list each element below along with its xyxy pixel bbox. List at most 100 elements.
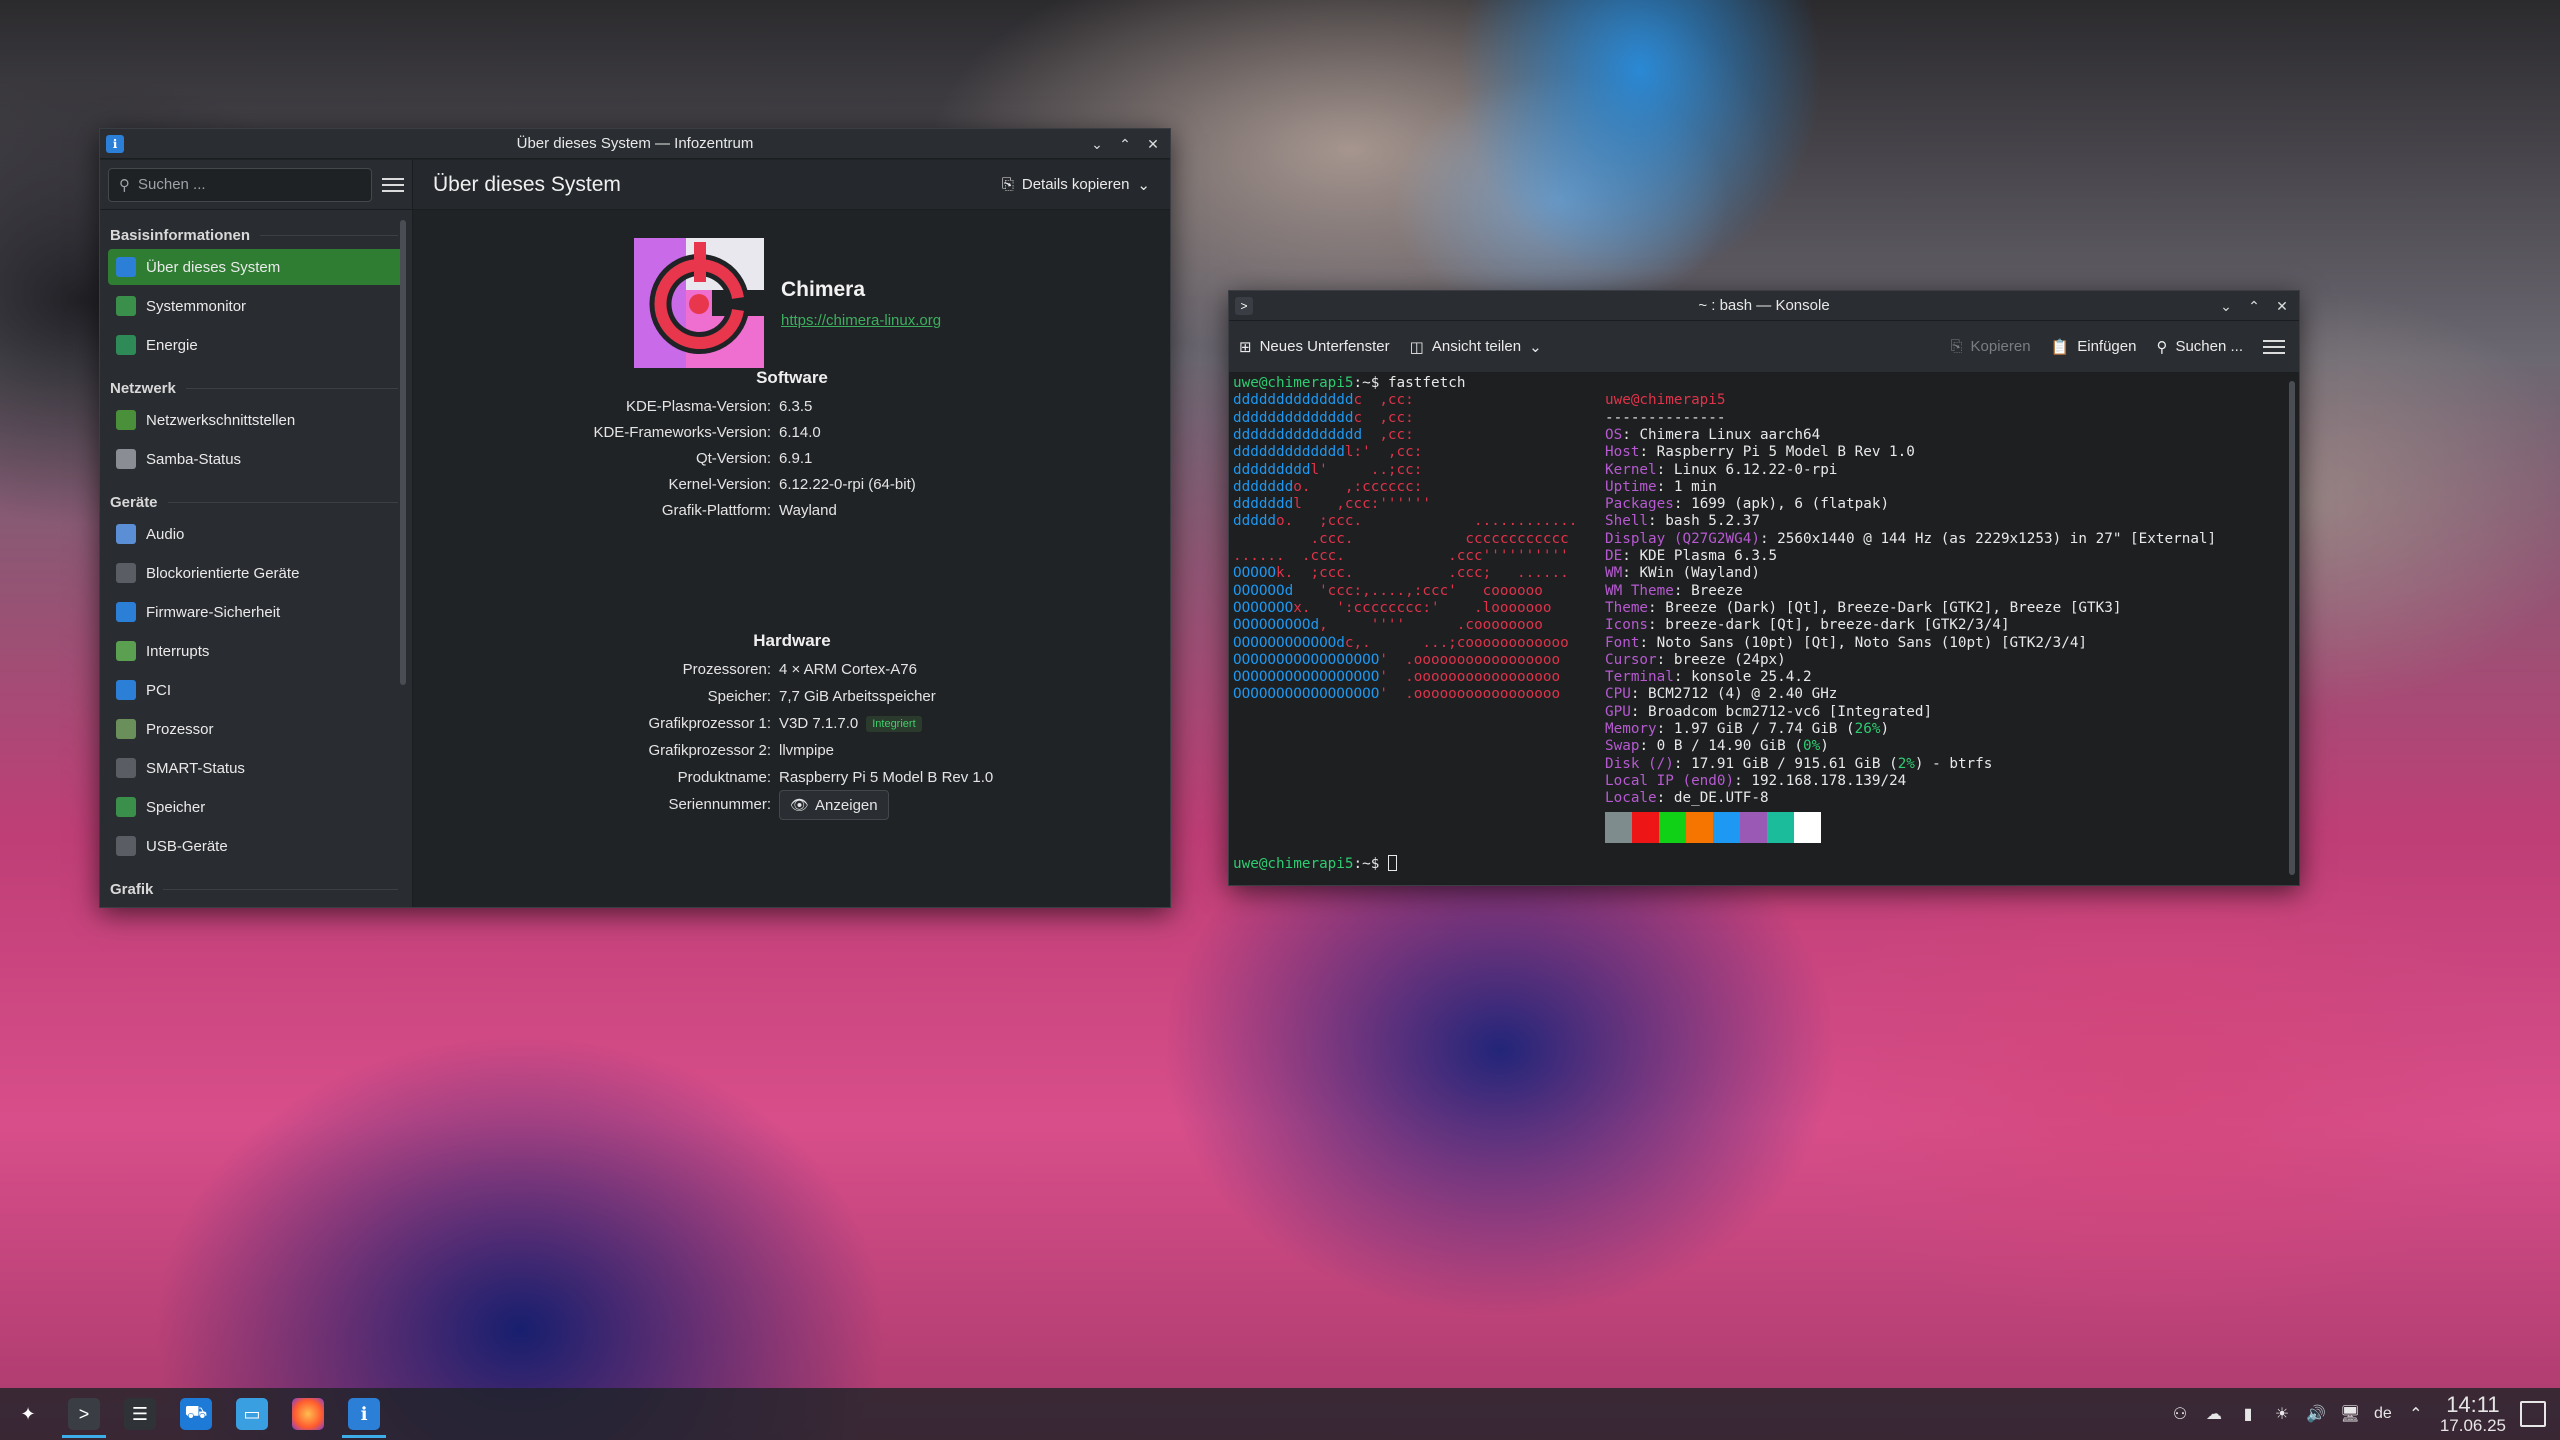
sidebar-item[interactable]: Samba-Status <box>108 441 404 477</box>
sidebar-item-label: Über dieses System <box>146 258 281 276</box>
minimize-button[interactable]: ⌄ <box>2215 295 2237 317</box>
sidebar-item[interactable]: Speicher <box>108 789 404 825</box>
terminal-line: Font: Noto Sans (10pt) [Qt], Noto Sans (… <box>1605 635 2087 652</box>
sidebar-item[interactable]: Prozessor <box>108 711 404 747</box>
terminal-line: CPU: BCM2712 (4) @ 2.40 GHz <box>1605 686 1837 703</box>
info-value-cell: 👁 Anzeigen <box>779 790 889 820</box>
info-row: KDE-Frameworks-Version: 6.14.0 <box>413 420 1171 446</box>
taskbar-file-manager[interactable]: ▭ <box>224 1388 280 1440</box>
minimize-button[interactable]: ⌄ <box>1086 133 1108 155</box>
paste-button[interactable]: 📋 Einfügen <box>2051 338 2137 356</box>
sidebar-item-label: Systemmonitor <box>146 297 247 315</box>
launcher-icon: ✦ <box>20 1403 36 1424</box>
hamburger-menu-icon[interactable] <box>2263 336 2285 358</box>
sidebar-item[interactable]: Über dieses System <box>108 249 404 285</box>
copy-details-button[interactable]: ⎘ Details kopieren ⌄ <box>1002 176 1150 194</box>
terminal-line: GPU: Broadcom bcm2712-vc6 [Integrated] <box>1605 704 1932 721</box>
find-button[interactable]: ⚲ Suchen ... <box>2156 338 2243 356</box>
brightness-icon[interactable]: ☀ <box>2272 1404 2292 1424</box>
sidebar-item-label: Audio <box>146 525 185 543</box>
konsole-titlebar[interactable]: > ~ : bash — Konsole ⌄ ⌃ ✕ <box>1229 291 2299 321</box>
sidebar-item-icon <box>116 836 136 856</box>
sidebar-scrollbar[interactable] <box>400 220 406 685</box>
sidebar-item[interactable]: Blockorientierte Geräte <box>108 555 404 591</box>
hamburger-menu-icon[interactable] <box>382 174 404 196</box>
sidebar-item[interactable]: Netzwerkschnittstellen <box>108 402 404 438</box>
fetch-value-tail: ) <box>1820 738 1829 755</box>
taskbar-discover[interactable]: ⛟ <box>168 1388 224 1440</box>
application-launcher[interactable]: ✦ <box>0 1388 56 1440</box>
taskbar-infocenter[interactable]: ℹ <box>336 1388 392 1440</box>
sidebar-item-icon <box>116 296 136 316</box>
copy-details-label: Details kopieren <box>1021 176 1130 193</box>
logo-line: OOOOOOOOOd, '''' .coooooooo <box>1233 617 1543 634</box>
logo-line: OOOOOk. ;ccc. .ccc; ...... <box>1233 565 1569 582</box>
sidebar-item[interactable]: USB-Geräte <box>108 828 404 864</box>
taskbar-terminal[interactable]: > <box>56 1388 112 1440</box>
fetch-key: CPU <box>1605 686 1631 703</box>
settings-icon: ☰ <box>124 1398 156 1430</box>
taskbar-firefox[interactable] <box>280 1388 336 1440</box>
terminal-line: dddddddddl' ..;cc: <box>1233 462 1422 479</box>
fetch-colon: : <box>1656 721 1674 737</box>
color-palette <box>1605 812 1821 843</box>
taskbar-system-settings[interactable]: ☰ <box>112 1388 168 1440</box>
info-icon: ℹ <box>348 1398 380 1430</box>
fetch-key: Cursor <box>1605 651 1657 668</box>
infocenter-window[interactable]: ℹ Über dieses System — Infozentrum ⌄ ⌃ ✕… <box>99 128 1171 908</box>
sidebar-item[interactable]: Energie <box>108 327 404 363</box>
terminal-line: uwe@chimerapi5 <box>1605 392 1726 409</box>
user-icon[interactable]: ⚇ <box>2170 1404 2190 1424</box>
split-view-button[interactable]: ◫ Ansicht teilen ⌄ <box>1410 338 1542 356</box>
search-icon: ⚲ <box>2156 338 2168 356</box>
fetch-title: uwe@chimerapi5 <box>1605 392 1726 409</box>
keyboard-layout[interactable]: de <box>2374 1405 2392 1423</box>
tray-expand-icon[interactable]: ⌃ <box>2406 1404 2426 1424</box>
palette-swatch <box>1605 812 1632 843</box>
terminal-line: .ccc. cccccccccccc <box>1233 531 1568 548</box>
sidebar-item-label: USB-Geräte <box>146 837 228 855</box>
info-value-cell: Wayland <box>779 502 837 519</box>
sidebar-item[interactable]: PCI <box>108 672 404 708</box>
info-row: Seriennummer: 👁 Anzeigen <box>413 790 1171 820</box>
distro-url-link[interactable]: https://chimera-linux.org <box>781 312 941 329</box>
distro-name: Chimera <box>781 278 866 301</box>
maximize-button[interactable]: ⌃ <box>1114 133 1136 155</box>
sidebar-item-icon <box>116 410 136 430</box>
konsole-window[interactable]: > ~ : bash — Konsole ⌄ ⌃ ✕ ⊞ Neues Unterf… <box>1228 290 2300 886</box>
copy-label: Kopieren <box>1970 338 2031 355</box>
show-desktop-button[interactable] <box>2520 1401 2546 1427</box>
sidebar-item-icon <box>116 257 136 277</box>
taskbar: ✦ > ☰ ⛟ ▭ ℹ ⚇ ☁ ▮ ☀ 🔊 🖥 de ⌃ 14:11 17.06… <box>0 1388 2560 1440</box>
chimera-logo <box>634 238 764 368</box>
copy-button[interactable]: ⎘ Kopieren <box>1950 338 2030 355</box>
sidebar-item[interactable]: Audio <box>108 516 404 552</box>
fetch-key: Display (Q27G2WG4) <box>1605 530 1760 547</box>
infocenter-titlebar[interactable]: ℹ Über dieses System — Infozentrum ⌄ ⌃ ✕ <box>100 129 1170 159</box>
updates-icon[interactable]: ☁ <box>2204 1404 2224 1424</box>
volume-icon[interactable]: 🔊 <box>2306 1404 2326 1424</box>
battery-icon[interactable]: ▮ <box>2238 1404 2258 1424</box>
palette-swatch <box>1794 812 1821 843</box>
sidebar-item[interactable]: Systemmonitor <box>108 288 404 324</box>
search-input[interactable]: ⚲ Suchen ... <box>108 167 372 202</box>
network-icon[interactable]: 🖥 <box>2340 1404 2360 1424</box>
fetch-key: Local IP (end0) <box>1605 772 1735 789</box>
sidebar-item[interactable]: Firmware-Sicherheit <box>108 594 404 630</box>
fetch-key: GPU <box>1605 703 1631 720</box>
digital-clock[interactable]: 14:11 17.06.25 <box>2440 1392 2506 1436</box>
palette-swatch <box>1686 812 1713 843</box>
maximize-button[interactable]: ⌃ <box>2243 295 2265 317</box>
sidebar-category: Netzwerk <box>100 377 412 399</box>
terminal-output[interactable]: uwe@chimerapi5:~$ fastfetch ddddddddddddd… <box>1233 375 2279 881</box>
new-tab-button[interactable]: ⊞ Neues Unterfenster <box>1239 338 1390 356</box>
sidebar-item[interactable]: Interrupts <box>108 633 404 669</box>
sidebar-item-label: Interrupts <box>146 642 210 660</box>
terminal-scrollbar[interactable] <box>2289 381 2295 875</box>
terminal-icon: > <box>68 1398 100 1430</box>
close-button[interactable]: ✕ <box>1142 133 1164 155</box>
sidebar-item[interactable]: SMART-Status <box>108 750 404 786</box>
info-row: Grafikprozessor 2: llvmpipe <box>413 738 1171 764</box>
show-serial-button[interactable]: 👁 Anzeigen <box>779 790 889 820</box>
close-button[interactable]: ✕ <box>2271 295 2293 317</box>
